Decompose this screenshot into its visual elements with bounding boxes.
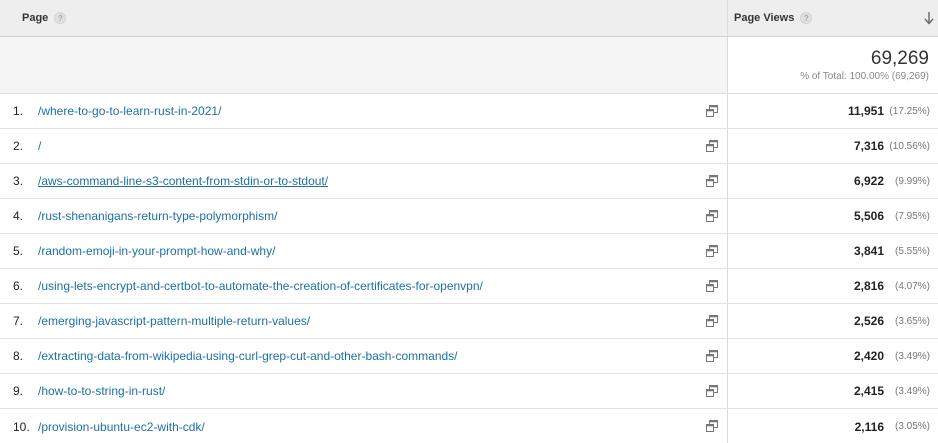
page-cell: 6. /using-lets-encrypt-and-certbot-to-au…: [0, 269, 727, 303]
page-views-value: 7,316: [853, 139, 884, 153]
help-icon[interactable]: ?: [800, 12, 813, 24]
table-row: 2. / 7,316 (10.56%): [0, 129, 938, 164]
page-views-cell: 3,841 (5.55%): [727, 234, 938, 268]
page-views-percent: (7.95%): [894, 210, 930, 222]
open-in-new-window-icon[interactable]: [706, 385, 718, 397]
page-views-report: Page ? Page Views ? 69,269 % of Total: 1…: [0, 0, 938, 443]
total-percent-text: % of Total: 100.00% (69,269): [800, 71, 929, 82]
open-in-new-window-icon[interactable]: [706, 175, 718, 187]
page-views-cell: 2,415 (3.49%): [727, 374, 938, 408]
row-number: 7.: [13, 314, 24, 328]
open-in-new-window-icon[interactable]: [706, 210, 718, 222]
totals-page-cell: [0, 37, 727, 93]
row-number: 2.: [13, 139, 24, 153]
page-cell: 8. /extracting-data-from-wikipedia-using…: [0, 339, 727, 373]
page-views-percent: (4.07%): [894, 280, 930, 292]
table-row: 10. /provision-ubuntu-ec2-with-cdk/ 2,11…: [0, 409, 938, 443]
page-link[interactable]: /provision-ubuntu-ec2-with-cdk/: [38, 420, 205, 434]
page-views-percent: (3.05%): [894, 421, 930, 432]
table-row: 9. /how-to-to-string-in-rust/ 2,415 (3.4…: [0, 374, 938, 409]
sort-descending-icon[interactable]: [923, 11, 935, 25]
page-cell: 1. /where-to-go-to-learn-rust-in-2021/: [0, 94, 727, 128]
totals-row: 69,269 % of Total: 100.00% (69,269): [0, 37, 938, 94]
page-views-value: 2,420: [853, 349, 884, 363]
page-cell: 9. /how-to-to-string-in-rust/: [0, 374, 727, 408]
page-views-percent: (9.99%): [894, 175, 930, 187]
row-number: 5.: [13, 244, 24, 258]
page-views-cell: 2,116 (3.05%): [727, 409, 938, 443]
table-body: 1. /where-to-go-to-learn-rust-in-2021/ 1…: [0, 94, 938, 443]
open-in-new-window-icon[interactable]: [706, 420, 718, 432]
page-views-value: 2,816: [853, 279, 884, 293]
open-in-new-window-icon[interactable]: [706, 245, 718, 257]
open-in-new-window-icon[interactable]: [706, 350, 718, 362]
page-views-value: 2,116: [854, 419, 884, 434]
page-views-percent: (5.55%): [894, 245, 930, 257]
page-views-percent: (10.56%): [889, 140, 930, 152]
page-views-cell: 11,951 (17.25%): [727, 94, 938, 128]
table-header: Page ? Page Views ?: [0, 0, 938, 37]
open-in-new-window-icon[interactable]: [706, 280, 718, 292]
page-column-header[interactable]: Page ?: [0, 0, 727, 36]
page-cell: 4. /rust-shenanigans-return-type-polymor…: [0, 199, 727, 233]
page-link[interactable]: /: [38, 139, 41, 153]
open-in-new-window-icon[interactable]: [706, 105, 718, 117]
page-views-cell: 2,526 (3.65%): [727, 304, 938, 338]
page-views-value: 6,922: [853, 174, 884, 188]
table-row: 7. /emerging-javascript-pattern-multiple…: [0, 304, 938, 339]
table-row: 3. /aws-command-line-s3-content-from-std…: [0, 164, 938, 199]
page-views-percent: (17.25%): [889, 105, 930, 117]
table-row: 8. /extracting-data-from-wikipedia-using…: [0, 339, 938, 374]
table-row: 1. /where-to-go-to-learn-rust-in-2021/ 1…: [0, 94, 938, 129]
row-number: 9.: [13, 384, 24, 398]
page-views-column-header[interactable]: Page Views ?: [727, 0, 938, 36]
row-number: 3.: [13, 174, 24, 188]
page-cell: 3. /aws-command-line-s3-content-from-std…: [0, 164, 727, 198]
page-views-cell: 7,316 (10.56%): [727, 129, 938, 163]
page-views-value: 11,951: [847, 104, 884, 118]
page-views-cell: 6,922 (9.99%): [727, 164, 938, 198]
page-column-label: Page: [22, 12, 49, 24]
page-views-value: 3,841: [853, 244, 884, 258]
row-number: 8.: [13, 349, 24, 363]
open-in-new-window-icon[interactable]: [706, 315, 718, 327]
page-cell: 7. /emerging-javascript-pattern-multiple…: [0, 304, 727, 338]
table-row: 5. /random-emoji-in-your-prompt-how-and-…: [0, 234, 938, 269]
row-number: 10.: [13, 419, 30, 434]
page-views-percent: (3.49%): [894, 350, 930, 362]
page-link[interactable]: /emerging-javascript-pattern-multiple-re…: [38, 314, 310, 328]
table-row: 4. /rust-shenanigans-return-type-polymor…: [0, 199, 938, 234]
page-views-percent: (3.49%): [894, 385, 930, 397]
page-link[interactable]: /how-to-to-string-in-rust/: [38, 384, 165, 398]
help-icon[interactable]: ?: [54, 12, 67, 24]
page-views-value: 5,506: [853, 209, 884, 223]
page-views-column-label: Page Views: [734, 12, 795, 24]
page-views-percent: (3.65%): [894, 315, 930, 327]
page-cell: 5. /random-emoji-in-your-prompt-how-and-…: [0, 234, 727, 268]
row-number: 1.: [13, 104, 24, 118]
page-views-cell: 2,420 (3.49%): [727, 339, 938, 373]
page-views-cell: 5,506 (7.95%): [727, 199, 938, 233]
page-link[interactable]: /where-to-go-to-learn-rust-in-2021/: [38, 104, 221, 118]
page-link[interactable]: /extracting-data-from-wikipedia-using-cu…: [38, 349, 458, 363]
totals-views-cell: 69,269 % of Total: 100.00% (69,269): [727, 37, 938, 93]
page-views-value: 2,415: [853, 384, 884, 398]
page-link[interactable]: /aws-command-line-s3-content-from-stdin-…: [38, 174, 328, 188]
page-link[interactable]: /rust-shenanigans-return-type-polymorphi…: [38, 209, 277, 223]
page-link[interactable]: /using-lets-encrypt-and-certbot-to-autom…: [38, 279, 483, 293]
page-cell: 10. /provision-ubuntu-ec2-with-cdk/: [0, 409, 727, 443]
page-views-cell: 2,816 (4.07%): [727, 269, 938, 303]
total-page-views: 69,269: [870, 48, 929, 69]
page-link[interactable]: /random-emoji-in-your-prompt-how-and-why…: [38, 244, 275, 258]
row-number: 4.: [13, 209, 24, 223]
page-views-value: 2,526: [853, 314, 884, 328]
open-in-new-window-icon[interactable]: [706, 140, 718, 152]
table-row: 6. /using-lets-encrypt-and-certbot-to-au…: [0, 269, 938, 304]
row-number: 6.: [13, 279, 24, 293]
page-cell: 2. /: [0, 129, 727, 163]
